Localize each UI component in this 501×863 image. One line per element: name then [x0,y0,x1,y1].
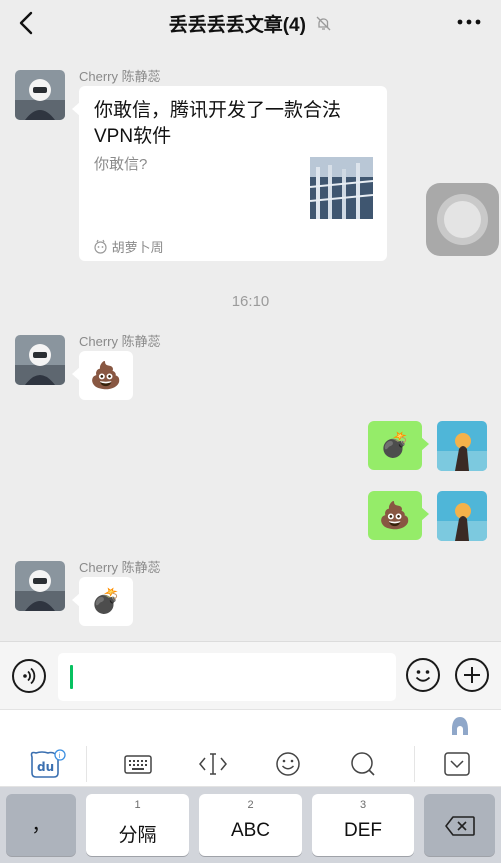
input-method-logo-icon[interactable] [449,715,471,737]
emoji-message-self[interactable]: 💩 [368,491,422,540]
assistive-touch-core [444,201,481,238]
article-source: 胡萝卜周 [93,237,164,256]
emoji-message[interactable]: 💩 [79,351,133,400]
comma-key[interactable]: ， [6,794,76,856]
key-1-label: 分隔 [118,825,157,846]
voice-icon[interactable] [12,659,46,693]
key-1[interactable]: 1 分隔 [86,794,189,856]
more-dots-icon[interactable] [457,15,481,29]
emoji-icon[interactable] [271,749,305,779]
collapse-keyboard-icon[interactable] [440,749,474,779]
assistive-touch-button[interactable] [426,183,499,256]
svg-text:i: i [59,752,61,760]
key-2[interactable]: 2 ABC [199,794,302,856]
chat-title-wrap: 丢丢丢丢文章(4) [0,10,501,37]
emoji-message-self[interactable]: 💣 [368,421,422,470]
article-description: 你敢信? [94,156,148,173]
text-cursor [70,665,73,689]
toolbar-divider [414,746,415,782]
backspace-key[interactable] [424,794,495,856]
keyboard-suggestion-bar [0,709,501,741]
cursor-move-icon[interactable] [196,749,230,779]
chat-title: 丢丢丢丢文章(4) [168,15,306,36]
du-logo-icon[interactable]: du i [28,749,68,779]
keyboard-keys: ， 1 分隔 2 ABC 3 DEF [0,787,501,863]
input-bar [0,641,501,709]
avatar[interactable] [15,335,65,385]
avatar[interactable] [15,561,65,611]
bubble-tail [421,507,429,521]
smiley-icon[interactable] [406,658,440,692]
self-avatar[interactable] [437,491,487,541]
avatar[interactable] [15,70,65,120]
key-3-number: 3 [359,799,367,811]
article-source-name: 胡萝卜周 [111,240,164,255]
self-avatar[interactable] [437,421,487,471]
key-3[interactable]: 3 DEF [312,794,414,856]
article-card[interactable]: 你敢信，腾讯开发了一款合法VPN软件 你敢信? 胡萝卜周 [79,86,387,261]
toolbar-divider [86,746,87,782]
emoji-message[interactable]: 💣 [79,577,133,626]
key-2-label: ABC [230,820,271,841]
key-2-number: 2 [247,799,254,811]
backspace-icon [445,816,475,836]
source-avatar-icon [94,239,107,254]
sender-name: Cherry 陈静蕊 [79,69,161,84]
plus-icon[interactable] [455,658,489,692]
bubble-tail [421,437,429,451]
svg-text:du: du [37,760,54,774]
key-1-number: 1 [134,799,141,811]
article-thumbnail [310,157,373,219]
key-3-label: DEF [344,820,382,841]
keyboard-icon[interactable] [121,749,155,779]
timestamp: 16:10 [231,293,270,310]
bell-muted-icon [316,16,331,31]
article-title: 你敢信，腾讯开发了一款合法VPN软件 [94,100,342,147]
comma-key-label: ， [31,815,51,836]
sender-name: Cherry 陈静蕊 [79,334,161,349]
message-input[interactable] [58,653,396,701]
chat-header: 丢丢丢丢文章(4) [0,0,501,46]
search-icon[interactable] [346,749,380,779]
sender-name: Cherry 陈静蕊 [79,560,161,575]
keyboard-toolbar: du i [0,741,501,787]
